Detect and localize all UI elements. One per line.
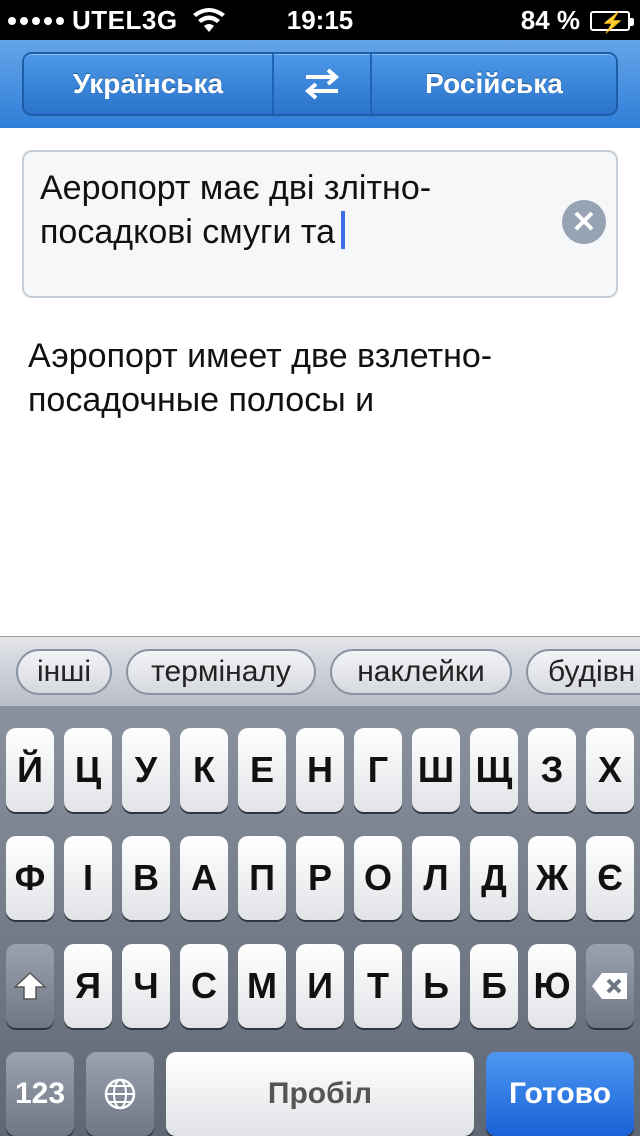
key[interactable]: С: [180, 944, 228, 1028]
key[interactable]: Ь: [412, 944, 460, 1028]
key[interactable]: Ж: [528, 836, 576, 920]
suggestion-bar: інші терміналу наклейки будівн: [0, 636, 640, 707]
key[interactable]: Б: [470, 944, 518, 1028]
key[interactable]: У: [122, 728, 170, 812]
key[interactable]: Ц: [64, 728, 112, 812]
key[interactable]: П: [238, 836, 286, 920]
swap-languages-button[interactable]: [274, 54, 372, 114]
key[interactable]: Х: [586, 728, 634, 812]
battery-percentage: 84 %: [520, 5, 580, 35]
status-right: 84 % ⚡: [520, 5, 634, 36]
key[interactable]: Л: [412, 836, 460, 920]
backspace-key[interactable]: [586, 944, 634, 1028]
text-cursor: [341, 211, 345, 249]
key[interactable]: Я: [64, 944, 112, 1028]
suggestion-chip[interactable]: будівн: [526, 649, 640, 695]
key[interactable]: Щ: [470, 728, 518, 812]
swap-arrows-icon: [304, 68, 340, 100]
globe-icon: [104, 1078, 136, 1110]
key[interactable]: Е: [238, 728, 286, 812]
key[interactable]: О: [354, 836, 402, 920]
numbers-key[interactable]: 123: [6, 1052, 74, 1136]
keyboard: Й Ц У К Е Н Г Ш Щ З Х Ф І В А П Р О Л Д …: [0, 706, 640, 1136]
shift-arrow-icon: [13, 971, 47, 1000]
key[interactable]: Н: [296, 728, 344, 812]
source-text-line-content: посадкові смуги та: [40, 213, 335, 251]
key[interactable]: Ю: [528, 944, 576, 1028]
backspace-icon: [592, 973, 627, 999]
close-icon: ✕: [571, 205, 597, 239]
suggestion-chip[interactable]: терміналу: [126, 649, 316, 695]
space-key[interactable]: Пробіл: [166, 1052, 474, 1136]
key[interactable]: Г: [354, 728, 402, 812]
source-text-line-2: посадкові смуги та: [40, 210, 540, 254]
translation-output: Аэропорт имеет две взлетно- посадочные п…: [28, 334, 618, 422]
translation-line-2: посадочные полосы и: [28, 381, 375, 419]
key[interactable]: Й: [6, 728, 54, 812]
source-text-line: Аеропорт має дві злітно-: [40, 169, 432, 207]
key[interactable]: М: [238, 944, 286, 1028]
key[interactable]: Д: [470, 836, 518, 920]
source-language-button[interactable]: Українська: [24, 54, 274, 114]
done-key[interactable]: Готово: [486, 1052, 634, 1136]
key[interactable]: Р: [296, 836, 344, 920]
shift-key[interactable]: [6, 944, 54, 1028]
key[interactable]: І: [64, 836, 112, 920]
language-selector: Українська Російська: [22, 52, 618, 116]
battery-icon: ⚡: [590, 10, 634, 34]
key[interactable]: З: [528, 728, 576, 812]
status-bar: UTEL3G 19:15 84 % ⚡: [0, 0, 640, 40]
key[interactable]: А: [180, 836, 228, 920]
source-text-input[interactable]: Аеропорт має дві злітно- посадкові смуги…: [22, 150, 618, 298]
source-text: Аеропорт має дві злітно- посадкові смуги…: [40, 166, 540, 254]
clear-input-button[interactable]: ✕: [562, 200, 606, 244]
globe-key[interactable]: [86, 1052, 154, 1136]
key[interactable]: Ш: [412, 728, 460, 812]
target-language-button[interactable]: Російська: [372, 54, 616, 114]
key[interactable]: Є: [586, 836, 634, 920]
key[interactable]: И: [296, 944, 344, 1028]
suggestion-chip[interactable]: інші: [16, 649, 112, 695]
key[interactable]: Т: [354, 944, 402, 1028]
key[interactable]: К: [180, 728, 228, 812]
language-header: Українська Російська: [0, 40, 640, 128]
key[interactable]: Ч: [122, 944, 170, 1028]
translation-line: Аэропорт имеет две взлетно-: [28, 337, 493, 375]
key[interactable]: Ф: [6, 836, 54, 920]
key[interactable]: В: [122, 836, 170, 920]
suggestion-chip[interactable]: наклейки: [330, 649, 512, 695]
